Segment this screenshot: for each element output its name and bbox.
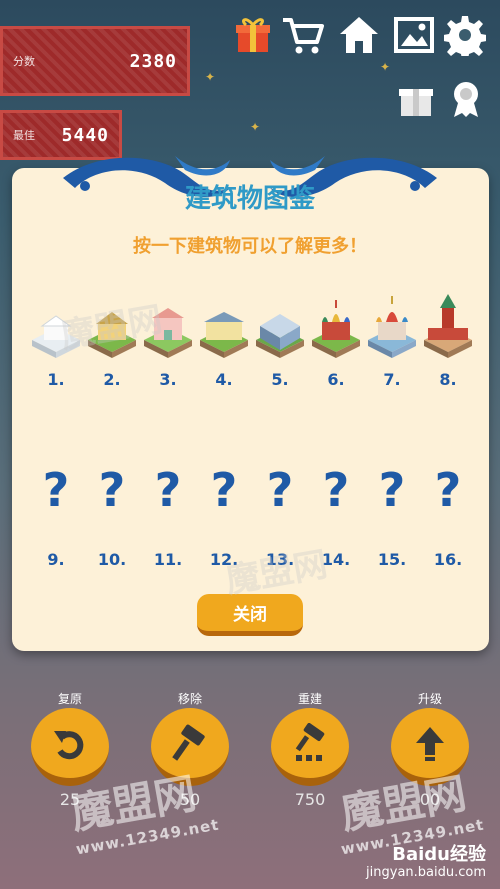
locked-building-9[interactable]: ? <box>31 465 81 515</box>
hammer-icon <box>172 724 205 761</box>
building-number: 7. <box>383 370 401 389</box>
score-value: 2380 <box>129 50 177 72</box>
building-number: 10. <box>97 550 127 569</box>
building-number: 6. <box>327 370 345 389</box>
building-7[interactable] <box>364 292 420 358</box>
building-4[interactable] <box>196 300 252 360</box>
action-label: 移除 <box>177 692 202 706</box>
close-button[interactable]: 关闭 <box>197 594 303 636</box>
sparkle: ✦ <box>205 70 216 84</box>
locked-building-12[interactable]: ? <box>199 465 249 515</box>
locked-building-14[interactable]: ? <box>311 465 361 515</box>
sparkle: ✦ <box>380 60 391 74</box>
undo-icon <box>54 731 84 760</box>
gear-icon[interactable] <box>442 12 488 58</box>
gift-icon[interactable] <box>230 12 276 58</box>
building-number: 1. <box>47 370 65 389</box>
score-panel: 分数 2380 <box>0 26 190 96</box>
building-5[interactable] <box>252 300 308 360</box>
home-icon[interactable] <box>336 12 382 58</box>
building-number: 11. <box>153 550 183 569</box>
sparkle: ✦ <box>250 120 261 134</box>
building-number: 16. <box>433 550 463 569</box>
building-number: 4. <box>215 370 233 389</box>
dialog-subtitle: 按一下建筑物可以了解更多！ <box>133 236 367 257</box>
building-number: 2. <box>103 370 121 389</box>
building-number: 8. <box>439 370 457 389</box>
building-8[interactable] <box>420 292 476 358</box>
cart-icon[interactable] <box>280 12 326 58</box>
rebuild-button[interactable] <box>271 708 349 786</box>
dialog-title: 建筑物图鉴 <box>184 184 315 214</box>
gallery-icon[interactable] <box>391 12 437 58</box>
undo-button[interactable] <box>31 708 109 786</box>
locked-building-15[interactable]: ? <box>367 465 417 515</box>
locked-building-16[interactable]: ? <box>423 465 473 515</box>
baidu-watermark: Baidu经验 jingyan.baidu.com <box>366 844 486 881</box>
action-label: 升级 <box>417 692 442 706</box>
locked-building-10[interactable]: ? <box>87 465 137 515</box>
action-label: 复原 <box>57 692 82 706</box>
best-label: 最佳 <box>13 129 35 142</box>
score-label: 分数 <box>13 55 35 68</box>
building-6[interactable] <box>308 294 364 358</box>
building-number: 9. <box>47 550 65 569</box>
baidu-url: jingyan.baidu.com <box>366 865 486 880</box>
best-value: 5440 <box>61 124 109 146</box>
building-number: 15. <box>377 550 407 569</box>
present-icon[interactable] <box>395 78 437 120</box>
locked-building-13[interactable]: ? <box>255 465 305 515</box>
building-number: 3. <box>159 370 177 389</box>
rebuild-icon <box>295 723 325 761</box>
building-number: 5. <box>271 370 289 389</box>
baidu-logo-text: Baidu经验 <box>392 844 486 865</box>
locked-building-11[interactable]: ? <box>143 465 193 515</box>
action-label: 重建 <box>297 692 322 706</box>
upgrade-arrow-icon <box>416 727 444 761</box>
medal-icon[interactable] <box>445 78 487 120</box>
